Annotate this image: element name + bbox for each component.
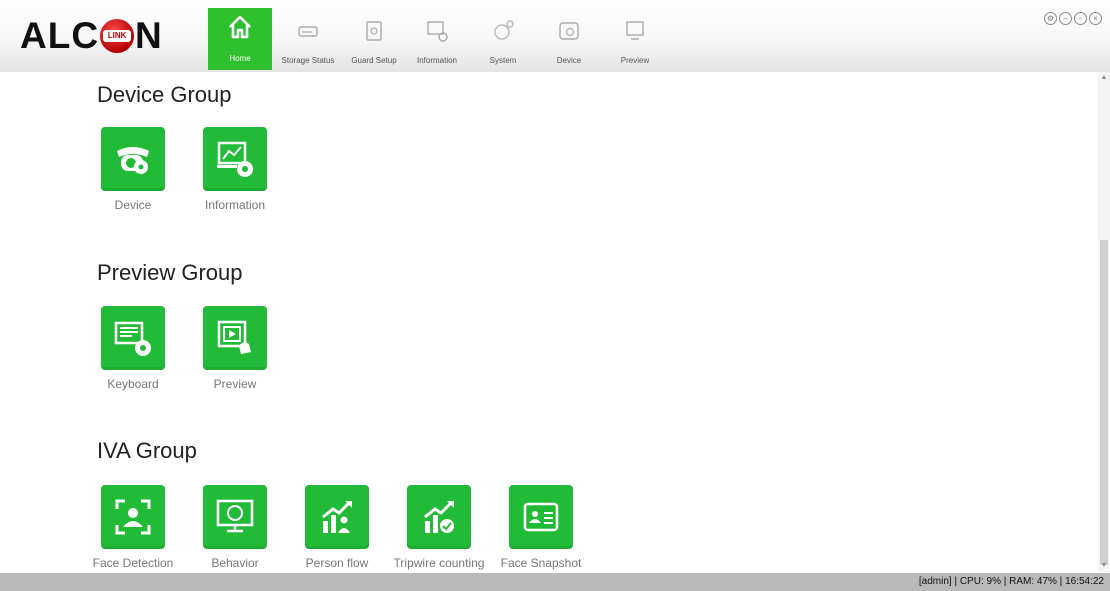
tile-tripwire-counting[interactable]: Tripwire counting xyxy=(389,485,489,570)
tile-keyboard[interactable]: Keyboard xyxy=(83,306,183,391)
window-controls: ⚙ – ▫ × xyxy=(1044,12,1102,25)
monitor-behavior-icon xyxy=(203,485,267,549)
tile-information[interactable]: Information xyxy=(185,127,285,212)
nav-storage-label: Storage Status xyxy=(281,56,335,65)
logo-text-right: N xyxy=(135,15,163,56)
tile-device[interactable]: Device xyxy=(83,127,183,212)
nav-device[interactable]: Device xyxy=(536,8,602,70)
tile-person-flow[interactable]: Person flow xyxy=(287,485,387,570)
scroll-down-icon[interactable]: ▼ xyxy=(1098,560,1110,572)
minimize-icon[interactable]: – xyxy=(1059,12,1072,25)
nav-preview[interactable]: Preview xyxy=(602,8,668,70)
device-group-title: Device Group xyxy=(97,82,232,107)
id-card-icon xyxy=(509,485,573,549)
nav-home[interactable]: Home xyxy=(208,8,272,70)
tile-keyboard-label: Keyboard xyxy=(107,377,159,391)
tile-person-flow-label: Person flow xyxy=(305,556,369,570)
nav-storage-status[interactable]: Storage Status xyxy=(272,8,344,70)
guard-icon xyxy=(361,18,387,44)
gear-icon xyxy=(490,18,516,44)
alconlink-logo: ALC LINK N xyxy=(20,16,163,56)
nav-device-label: Device xyxy=(556,56,582,65)
vertical-scrollbar[interactable]: ▲ ▼ xyxy=(1098,72,1110,572)
tile-device-label: Device xyxy=(114,198,152,212)
tile-behavior[interactable]: Behavior xyxy=(185,485,285,570)
information-icon xyxy=(424,18,450,44)
scroll-up-icon[interactable]: ▲ xyxy=(1098,72,1110,84)
logo-text-left: ALC xyxy=(20,15,100,56)
home-content: Device Group Device Information Preview … xyxy=(0,72,1098,572)
nav-information[interactable]: Information xyxy=(404,8,470,70)
tile-face-detection-label: Face Detection xyxy=(92,556,174,570)
tile-tripwire-counting-label: Tripwire counting xyxy=(393,556,485,570)
tripwire-chart-icon xyxy=(407,485,471,549)
nav-system-label: System xyxy=(489,56,517,65)
tile-preview[interactable]: Preview xyxy=(185,306,285,391)
settings-icon[interactable]: ⚙ xyxy=(1044,12,1057,25)
video-preview-icon xyxy=(203,306,267,370)
iva-group-title: IVA Group xyxy=(97,438,197,463)
face-scan-icon xyxy=(101,485,165,549)
nav-guard-label: Guard Setup xyxy=(351,56,397,65)
tile-face-snapshot[interactable]: Face Snapshot xyxy=(491,485,591,570)
camera-icon xyxy=(556,18,582,44)
camera-gear-icon xyxy=(101,127,165,191)
nav-system[interactable]: System xyxy=(470,8,536,70)
preview-icon xyxy=(622,18,648,44)
keyboard-gear-icon xyxy=(101,306,165,370)
nav-information-label: Information xyxy=(416,56,458,65)
restore-icon[interactable]: ▫ xyxy=(1074,12,1087,25)
tile-face-detection[interactable]: Face Detection xyxy=(83,485,183,570)
scrollbar-thumb[interactable] xyxy=(1100,240,1108,565)
person-flow-chart-icon xyxy=(305,485,369,549)
nav-home-label: Home xyxy=(229,54,251,63)
tile-behavior-label: Behavior xyxy=(211,556,259,570)
status-text: [admin] | CPU: 9% | RAM: 47% | 16:54:22 xyxy=(918,576,1104,587)
top-bar: ALC LINK N Home Storage Status Guard Set… xyxy=(0,0,1110,72)
home-icon xyxy=(227,14,253,40)
logo-badge: LINK xyxy=(100,19,135,53)
nav-preview-label: Preview xyxy=(620,56,650,65)
monitor-chart-gear-icon xyxy=(203,127,267,191)
preview-group-title: Preview Group xyxy=(97,260,243,285)
tile-face-snapshot-label: Face Snapshot xyxy=(500,556,582,570)
tile-information-label: Information xyxy=(204,198,266,212)
hard-drive-icon xyxy=(295,18,321,44)
nav-guard-setup[interactable]: Guard Setup xyxy=(344,8,404,70)
close-icon[interactable]: × xyxy=(1089,12,1102,25)
tile-preview-label: Preview xyxy=(213,377,257,391)
main-nav: Home Storage Status Guard Setup Informat… xyxy=(208,8,668,70)
status-bar: [admin] | CPU: 9% | RAM: 47% | 16:54:22 xyxy=(0,573,1110,591)
